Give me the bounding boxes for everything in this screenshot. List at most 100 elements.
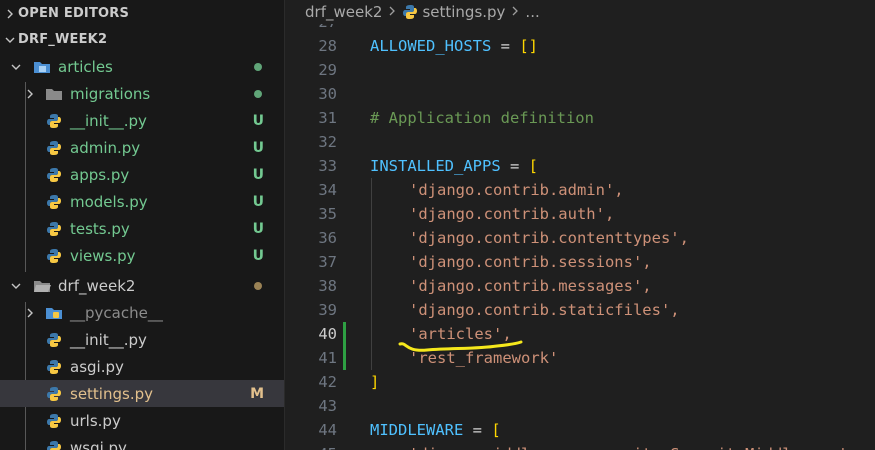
code-editor[interactable]: 27 28 ALLOWED_HOSTS = [] 29 30 31 # Appl… (285, 0, 875, 450)
tree-item-label: models.py (70, 192, 148, 211)
line-number: 31 (318, 109, 337, 127)
code-string: 'django.contrib.contenttypes', (409, 229, 689, 247)
tree-item-label: apps.py (70, 165, 130, 184)
tree-item-label: views.py (70, 246, 136, 265)
tree-file-urls[interactable]: urls.py (0, 407, 284, 434)
tree-folder-articles[interactable]: articles (0, 53, 284, 80)
line-number: 45 (285, 442, 337, 450)
git-status-badge: U (252, 220, 264, 237)
tree-folder-pycache[interactable]: __pycache__ (0, 299, 284, 326)
python-file-icon (44, 385, 64, 403)
code-comment: # Application definition (370, 109, 594, 127)
line-number-active: 40 (318, 325, 337, 343)
code-string: 'django.middleware.security.SecurityMidd… (409, 442, 857, 450)
chevron-right-icon (2, 6, 18, 20)
code-string: 'django.contrib.staticfiles', (409, 301, 680, 319)
code-bracket: ] (370, 373, 380, 391)
code-line: MIDDLEWARE = [ (370, 421, 501, 439)
tree-file-settings[interactable]: settings.py M (0, 380, 284, 407)
open-editors-header[interactable]: OPEN EDITORS (0, 0, 284, 26)
tree-file-views[interactable]: views.py U (0, 242, 284, 269)
tree-file-tests[interactable]: tests.py U (0, 215, 284, 242)
untracked-dot (254, 90, 262, 98)
tree-item-label: articles (58, 57, 113, 76)
chevron-right-icon (22, 306, 38, 320)
tree-item-label: migrations (70, 84, 151, 103)
python-file-icon (44, 112, 64, 130)
folder-open-icon (32, 58, 52, 76)
tree-folder-migrations[interactable]: migrations (0, 80, 284, 107)
line-number: 35 (318, 205, 337, 223)
git-status-badge: U (252, 139, 264, 156)
chevron-down-icon (8, 279, 24, 293)
git-added-gutter-marker[interactable] (343, 322, 346, 370)
line-number: 37 (318, 253, 337, 271)
line-number: 39 (318, 301, 337, 319)
line-number: 42 (318, 373, 337, 391)
tree-file-models[interactable]: models.py U (0, 188, 284, 215)
untracked-dot (254, 63, 262, 71)
explorer-sidebar: OPEN EDITORS DRF_WEEK2 articles migratio… (0, 0, 284, 450)
line-number: 32 (318, 133, 337, 151)
breadcrumb: drf_week2 settings.py ... (285, 0, 875, 24)
folder-python-icon (44, 304, 64, 322)
python-file-icon (44, 331, 64, 349)
python-file-icon (44, 166, 64, 184)
code-line: ALLOWED_HOSTS = [] (370, 37, 538, 55)
line-number: 29 (318, 61, 337, 79)
open-editors-label: OPEN EDITORS (18, 5, 130, 21)
breadcrumb-file[interactable]: settings.py (422, 3, 505, 21)
line-number: 33 (318, 157, 337, 175)
tree-file-asgi[interactable]: asgi.py (0, 353, 284, 380)
chevron-right-icon (22, 87, 38, 101)
tree-item-label: settings.py (70, 384, 153, 403)
tree-item-label: __init__.py (70, 330, 147, 349)
tree-item-label: drf_week2 (58, 276, 136, 295)
project-header[interactable]: DRF_WEEK2 (0, 26, 284, 52)
line-number: 36 (318, 229, 337, 247)
line-number: 44 (318, 421, 337, 439)
git-status-badge: U (252, 193, 264, 210)
python-file-icon (44, 358, 64, 376)
yellow-underline-annotation (398, 340, 523, 352)
git-status-badge: U (252, 247, 264, 264)
tree-item-label: urls.py (70, 411, 121, 430)
line-number: 41 (318, 349, 337, 367)
breadcrumb-symbols[interactable]: ... (525, 3, 539, 21)
python-file-icon (44, 439, 64, 450)
code-area[interactable]: 27 28 ALLOWED_HOSTS = [] 29 30 31 # Appl… (285, 0, 875, 450)
git-status-badge: U (252, 166, 264, 183)
python-file-icon (44, 139, 64, 157)
folder-open-icon (32, 277, 52, 295)
line-number: 30 (318, 85, 337, 103)
chevron-down-icon (8, 60, 24, 74)
tree-file-admin[interactable]: admin.py U (0, 134, 284, 161)
code-string: 'django.contrib.auth', (409, 205, 615, 223)
line-number: 34 (318, 181, 337, 199)
tree-folder-drf-week2[interactable]: drf_week2 (0, 272, 284, 299)
python-file-icon (44, 193, 64, 211)
chevron-right-icon (388, 5, 396, 19)
indent-guide (371, 178, 372, 370)
chevron-right-icon (511, 5, 519, 19)
tree-item-label: wsgi.py (70, 438, 127, 450)
tree-item-label: asgi.py (70, 357, 124, 376)
chevron-down-icon (2, 32, 18, 46)
tree-file-wsgi[interactable]: wsgi.py (0, 434, 284, 450)
tree-item-label: tests.py (70, 219, 130, 238)
tree-file-apps[interactable]: apps.py U (0, 161, 284, 188)
tree-item-label: __pycache__ (70, 303, 163, 322)
code-string: 'django.contrib.admin', (409, 181, 624, 199)
line-number: 38 (318, 277, 337, 295)
code-string: 'django.contrib.messages', (409, 277, 652, 295)
breadcrumb-folder[interactable]: drf_week2 (305, 3, 382, 21)
tree-file-init[interactable]: __init__.py U (0, 107, 284, 134)
code-string: 'django.contrib.sessions', (409, 253, 652, 271)
python-file-icon (44, 412, 64, 430)
tree-file-init[interactable]: __init__.py (0, 326, 284, 353)
line-number: 43 (318, 397, 337, 415)
python-file-icon (44, 220, 64, 238)
python-file-icon (44, 247, 64, 265)
modified-dot (254, 282, 262, 290)
git-status-badge: M (250, 385, 264, 402)
